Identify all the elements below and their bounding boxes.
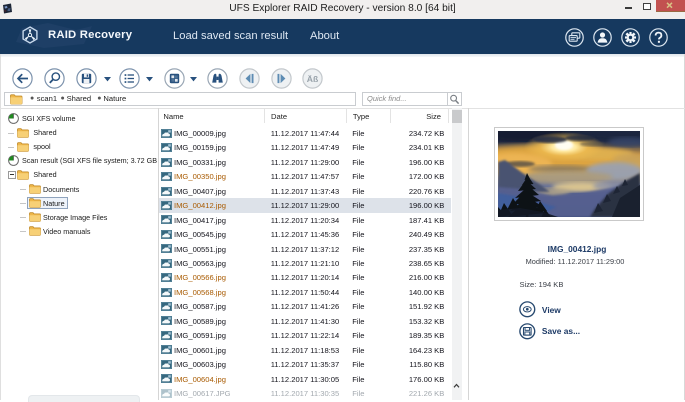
svg-text:Äß: Äß [307, 73, 318, 83]
